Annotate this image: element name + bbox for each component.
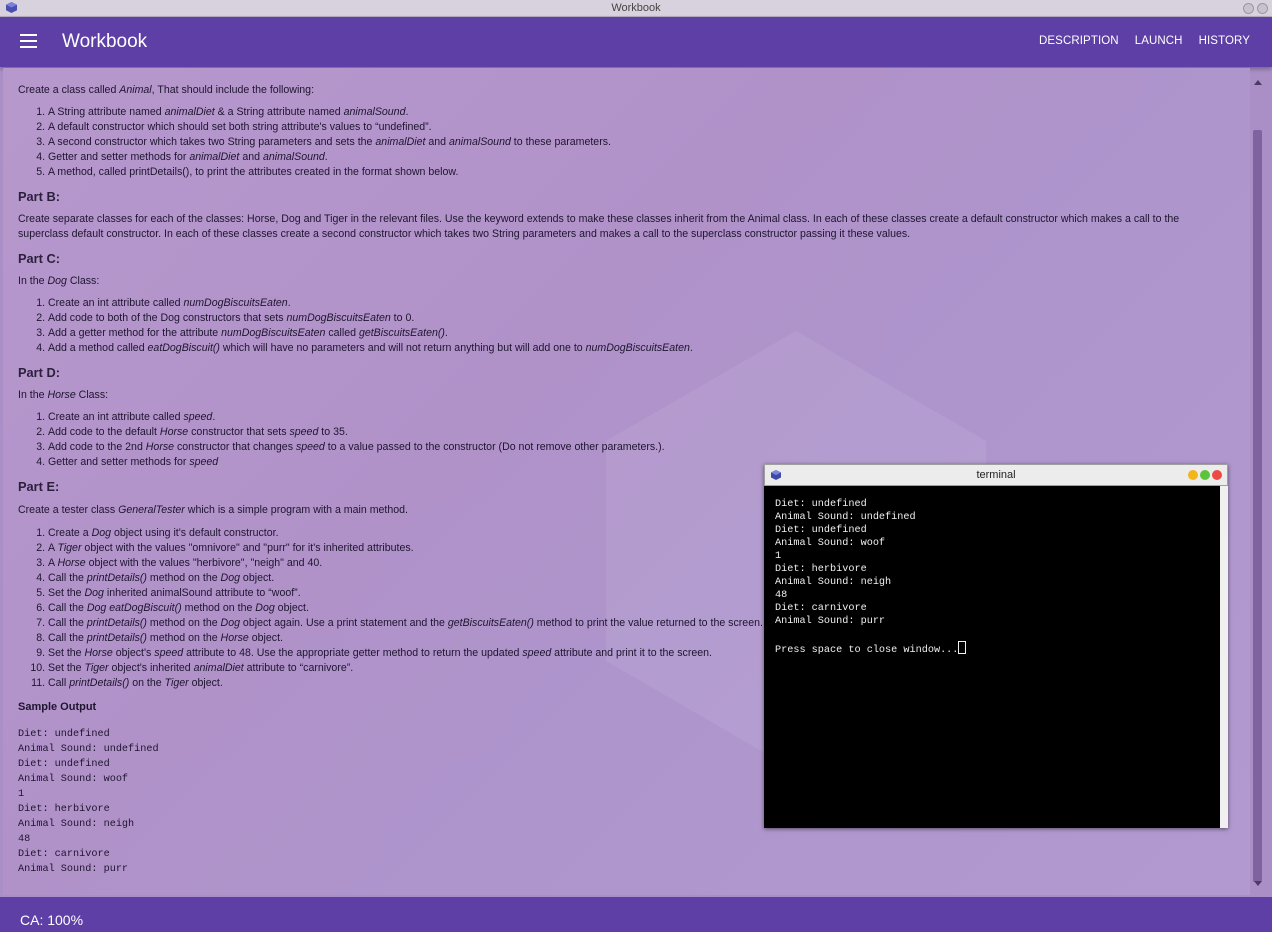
list-item: A method, called printDetails(), to prin… xyxy=(48,165,1230,180)
terminal-output: Diet: undefined Animal Sound: undefined … xyxy=(775,498,967,657)
list-item: A default constructor which should set b… xyxy=(48,120,1230,135)
nav-description[interactable]: DESCRIPTION xyxy=(1039,35,1119,47)
window-controls xyxy=(1243,3,1268,14)
nav-launch[interactable]: LAUNCH xyxy=(1135,35,1183,47)
scroll-down-arrow-icon[interactable] xyxy=(1254,881,1262,886)
part-b-text: Create separate classes for each of the … xyxy=(18,213,1180,240)
part-a-list: A String attribute named animalDiet & a … xyxy=(18,105,1230,180)
app-bar: Workbook DESCRIPTION LAUNCH HISTORY xyxy=(0,17,1272,67)
intro-paragraph: Create a class called Animal, That shoul… xyxy=(18,84,315,96)
terminal-titlebar[interactable]: terminal xyxy=(764,464,1228,486)
top-nav: DESCRIPTION LAUNCH HISTORY xyxy=(1039,35,1250,47)
part-d-list: Create an int attribute called speed. Ad… xyxy=(18,410,1230,470)
scroll-thumb[interactable] xyxy=(1253,130,1262,882)
part-c-heading: Part C: xyxy=(18,251,60,266)
window-title: Workbook xyxy=(611,2,661,14)
app-cube-icon xyxy=(6,2,17,13)
list-item: A String attribute named animalDiet & a … xyxy=(48,105,1230,120)
window-titlebar: Workbook xyxy=(0,0,1272,17)
app-title: Workbook xyxy=(62,31,148,52)
list-item: Create an int attribute called speed. xyxy=(48,410,1230,425)
hamburger-menu-icon[interactable] xyxy=(20,34,37,48)
part-c-list: Create an int attribute called numDogBis… xyxy=(18,296,1230,356)
terminal-window-controls xyxy=(1188,470,1222,480)
terminal-cube-icon xyxy=(771,470,781,480)
terminal-cursor xyxy=(958,641,967,654)
nav-history[interactable]: HISTORY xyxy=(1199,35,1250,47)
list-item: Getter and setter methods for animalDiet… xyxy=(48,150,1230,165)
content-scrollbar[interactable] xyxy=(1252,74,1264,890)
part-b-heading: Part B: xyxy=(18,189,60,204)
list-item: Add a getter method for the attribute nu… xyxy=(48,326,1230,341)
terminal-minimize-button[interactable] xyxy=(1188,470,1198,480)
window-close-button[interactable] xyxy=(1257,3,1268,14)
terminal-title: terminal xyxy=(976,469,1016,481)
status-bar: CA: 100% xyxy=(0,897,1272,932)
list-item: Add code to both of the Dog constructors… xyxy=(48,311,1230,326)
list-item: Add a method called eatDogBiscuit() whic… xyxy=(48,341,1230,356)
part-d-intro: In the Horse Class: xyxy=(18,389,109,401)
list-item: Add code to the default Horse constructo… xyxy=(48,425,1230,440)
terminal-close-button[interactable] xyxy=(1212,470,1222,480)
terminal-window[interactable]: terminal Diet: undefined Animal Sound: u… xyxy=(764,464,1228,828)
status-text: CA: 100% xyxy=(20,912,84,928)
window-minimize-button[interactable] xyxy=(1243,3,1254,14)
terminal-scrollbar[interactable] xyxy=(1220,486,1228,828)
part-d-heading: Part D: xyxy=(18,365,60,380)
list-item: Create an int attribute called numDogBis… xyxy=(48,296,1230,311)
terminal-maximize-button[interactable] xyxy=(1200,470,1210,480)
scroll-up-arrow-icon[interactable] xyxy=(1254,80,1262,85)
list-item: A second constructor which takes two Str… xyxy=(48,135,1230,150)
part-c-intro: In the Dog Class: xyxy=(18,275,100,287)
list-item: Add code to the 2nd Horse constructor th… xyxy=(48,440,1230,455)
